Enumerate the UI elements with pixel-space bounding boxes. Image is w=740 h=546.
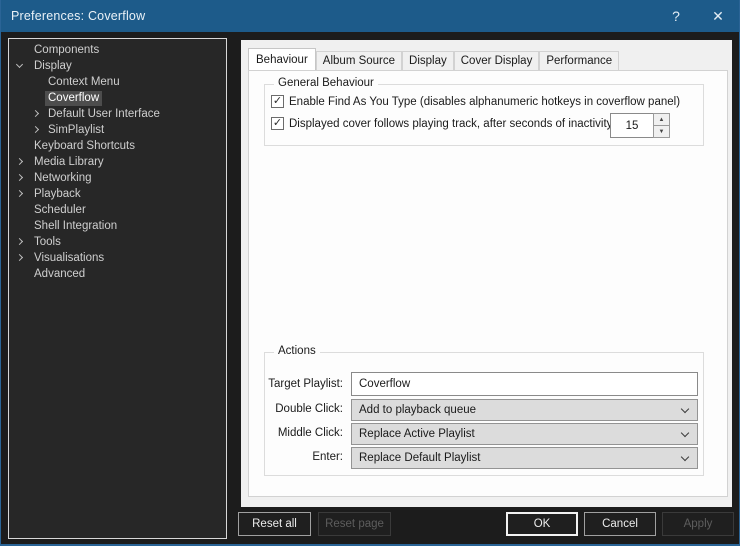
chevron-right-icon[interactable] <box>16 190 23 197</box>
middle-click-value: Replace Active Playlist <box>359 428 475 440</box>
tree-item-label: SimPlaylist <box>48 123 104 138</box>
chevron-down-icon <box>681 429 689 437</box>
tree-item-label: Display <box>34 59 72 74</box>
tree-item-scheduler[interactable]: Scheduler <box>9 202 226 218</box>
tree-item-context-menu[interactable]: Context Menu <box>9 74 226 90</box>
tree-item-label: Components <box>34 43 99 58</box>
spinner-buttons: ▲ ▼ <box>653 113 670 138</box>
chevron-right-icon[interactable] <box>16 238 23 245</box>
tree-item-label: Default User Interface <box>48 107 160 122</box>
titlebar[interactable]: Preferences: Coverflow ? ✕ <box>1 0 739 32</box>
tree-item-media-library[interactable]: Media Library <box>9 154 226 170</box>
chevron-right-icon[interactable] <box>16 254 23 261</box>
tree-item-playback[interactable]: Playback <box>9 186 226 202</box>
tab-cover-display[interactable]: Cover Display <box>454 51 540 71</box>
tree-item-components[interactable]: Components <box>9 42 226 58</box>
close-icon: ✕ <box>712 8 724 25</box>
tree-item-label: Scheduler <box>34 203 86 218</box>
enter-label: Enter: <box>265 451 343 463</box>
follow-playing-label: Displayed cover follows playing track, a… <box>289 117 616 131</box>
tree-item-networking[interactable]: Networking <box>9 170 226 186</box>
middle-click-select[interactable]: Replace Active Playlist <box>351 423 698 445</box>
reset-page-button: Reset page <box>318 512 391 536</box>
follow-playing-checkbox[interactable]: ✓ <box>271 117 284 130</box>
general-behaviour-group: General Behaviour ✓ Enable Find As You T… <box>264 84 704 146</box>
preferences-tree: Components Display Context Menu Coverflo… <box>8 38 227 539</box>
tree-item-label: Advanced <box>34 267 85 282</box>
chevron-down-icon <box>681 405 689 413</box>
tree-item-label: Media Library <box>34 155 104 170</box>
spin-down-button[interactable]: ▼ <box>653 125 670 138</box>
tab-performance[interactable]: Performance <box>539 51 619 71</box>
chevron-right-icon[interactable] <box>16 158 23 165</box>
double-click-value: Add to playback queue <box>359 404 476 416</box>
help-icon: ? <box>672 8 680 24</box>
tree-item-label: Networking <box>34 171 92 186</box>
find-as-you-type-checkbox[interactable]: ✓ <box>271 95 284 108</box>
tree-item-visualisations[interactable]: Visualisations <box>9 250 226 266</box>
tab-album-source[interactable]: Album Source <box>316 51 402 71</box>
tree-item-coverflow[interactable]: Coverflow <box>9 90 226 106</box>
tab-behaviour[interactable]: Behaviour <box>248 48 316 71</box>
checkmark-icon: ✓ <box>273 96 282 107</box>
chevron-down-icon[interactable] <box>16 61 23 68</box>
tree-item-label: Visualisations <box>34 251 104 266</box>
arrow-down-icon: ▼ <box>659 129 665 135</box>
target-playlist-label: Target Playlist: <box>265 378 343 390</box>
ok-button[interactable]: OK <box>506 512 578 536</box>
preferences-dialog: Preferences: Coverflow ? ✕ Components Di… <box>0 0 740 546</box>
target-playlist-input[interactable] <box>351 372 698 396</box>
find-as-you-type-row: ✓ Enable Find As You Type (disables alph… <box>265 95 703 110</box>
tab-page-behaviour: General Behaviour ✓ Enable Find As You T… <box>248 70 728 497</box>
chevron-right-icon[interactable] <box>32 110 39 117</box>
group-legend: Actions <box>274 345 320 357</box>
tree-item-display[interactable]: Display <box>9 58 226 74</box>
tree-item-tools[interactable]: Tools <box>9 234 226 250</box>
group-legend: General Behaviour <box>274 77 378 89</box>
actions-group: Actions Target Playlist: Double Click: A… <box>264 352 704 476</box>
inactivity-seconds-value[interactable]: 15 <box>610 113 654 138</box>
enter-value: Replace Default Playlist <box>359 452 480 464</box>
tree-item-shell-integration[interactable]: Shell Integration <box>9 218 226 234</box>
arrow-up-icon: ▲ <box>659 117 665 123</box>
tree-item-label: Context Menu <box>48 75 120 90</box>
apply-button: Apply <box>662 512 734 536</box>
cancel-button[interactable]: Cancel <box>584 512 656 536</box>
enter-select[interactable]: Replace Default Playlist <box>351 447 698 469</box>
checkmark-icon: ✓ <box>273 118 282 129</box>
inactivity-seconds-stepper: 15 ▲ ▼ <box>610 113 670 138</box>
tree-item-label: Tools <box>34 235 61 250</box>
tree-item-advanced[interactable]: Advanced <box>9 266 226 282</box>
tree-item-label-selected: Coverflow <box>45 91 102 106</box>
double-click-select[interactable]: Add to playback queue <box>351 399 698 421</box>
tree-item-simplaylist[interactable]: SimPlaylist <box>9 122 226 138</box>
chevron-right-icon[interactable] <box>32 126 39 133</box>
chevron-right-icon[interactable] <box>16 174 23 181</box>
tree-item-label: Keyboard Shortcuts <box>34 139 135 154</box>
preferences-page: Behaviour Album Source Display Cover Dis… <box>241 40 732 507</box>
tab-display[interactable]: Display <box>402 51 454 71</box>
tree-item-default-user-interface[interactable]: Default User Interface <box>9 106 226 122</box>
tree-item-label: Playback <box>34 187 81 202</box>
double-click-label: Double Click: <box>265 403 343 415</box>
chevron-down-icon <box>681 453 689 461</box>
middle-click-label: Middle Click: <box>265 427 343 439</box>
tab-bar: Behaviour Album Source Display Cover Dis… <box>248 46 619 71</box>
reset-all-button[interactable]: Reset all <box>238 512 311 536</box>
tree-item-keyboard-shortcuts[interactable]: Keyboard Shortcuts <box>9 138 226 154</box>
find-as-you-type-label: Enable Find As You Type (disables alphan… <box>289 95 680 109</box>
close-button[interactable]: ✕ <box>697 0 739 32</box>
tree-item-label: Shell Integration <box>34 219 117 234</box>
help-button[interactable]: ? <box>655 0 697 32</box>
window-title: Preferences: Coverflow <box>1 9 145 23</box>
